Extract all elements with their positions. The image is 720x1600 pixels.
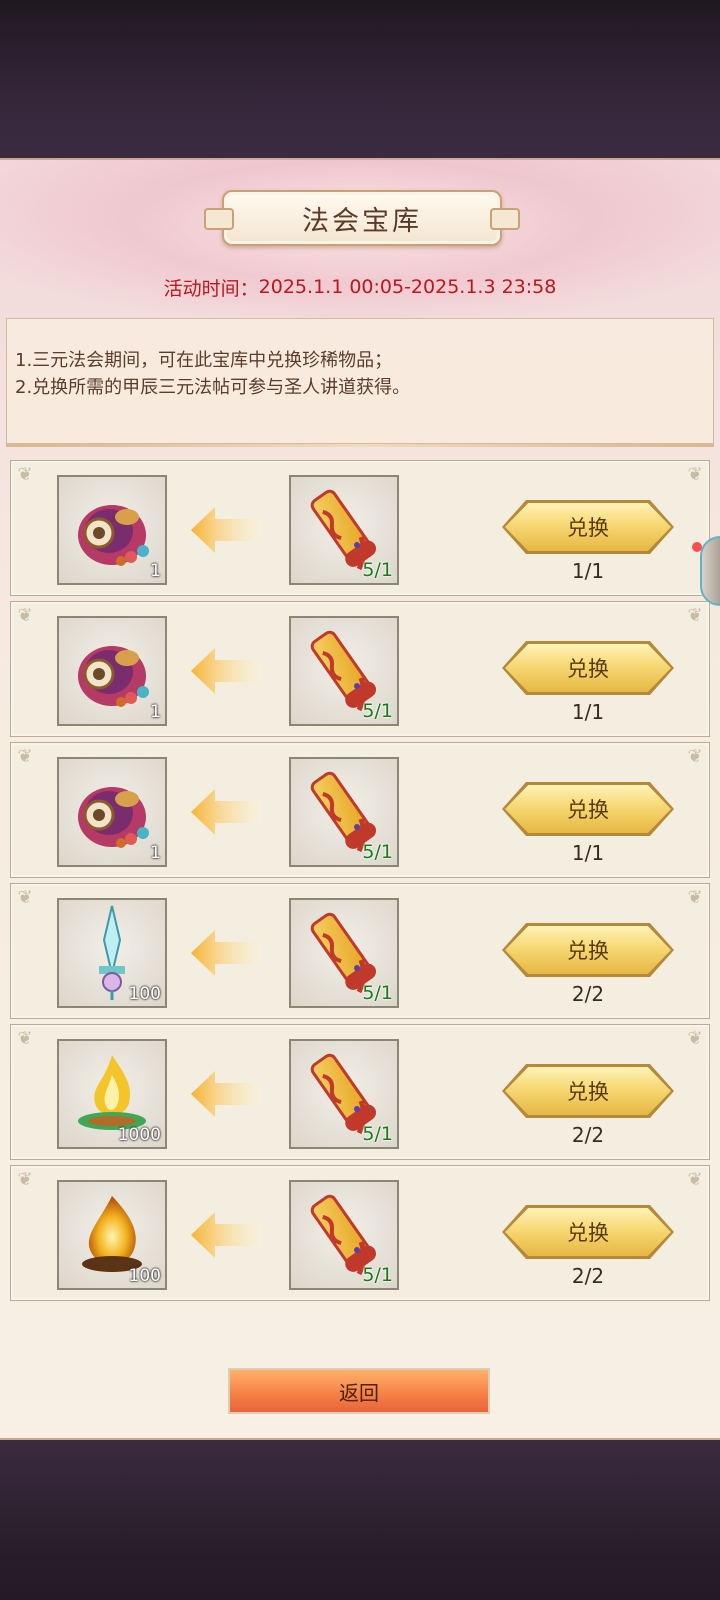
reward-quantity: 1: [150, 702, 161, 722]
exchange-button[interactable]: 兑换: [505, 503, 671, 551]
exchange-limit: 1/1: [571, 841, 605, 865]
cost-item-slot[interactable]: 5/1: [289, 898, 399, 1008]
exchange-button[interactable]: 兑换: [505, 926, 671, 974]
cost-quantity: 5/1: [362, 1123, 393, 1145]
cost-quantity: 5/1: [362, 559, 393, 581]
corner-ornament: ❦: [687, 746, 703, 767]
activity-time: 活动时间： 2025.1.1 00:05-2025.1.3 23:58: [0, 270, 720, 304]
reward-quantity: 1: [150, 561, 161, 581]
cost-item-slot[interactable]: 5/1: [289, 757, 399, 867]
corner-ornament: ❦: [687, 887, 703, 908]
exchange-row: ❦ ❦ 1 5/1 兑换 1/1: [10, 460, 710, 596]
exchange-button[interactable]: 兑换: [505, 644, 671, 692]
cost-item-slot[interactable]: 5/1: [289, 475, 399, 585]
description-divider: [6, 444, 714, 447]
corner-ornament: ❦: [17, 887, 33, 908]
corner-ornament: ❦: [17, 746, 33, 767]
exchange-limit: 2/2: [571, 1123, 605, 1147]
corner-ornament: ❦: [17, 605, 33, 626]
exchange-row: ❦ ❦ 1 5/1 兑换 1/1: [10, 742, 710, 878]
cost-quantity: 5/1: [362, 700, 393, 722]
reward-item-slot[interactable]: 1: [57, 475, 167, 585]
reward-quantity: 100: [128, 1266, 161, 1286]
exchange-button[interactable]: 兑换: [505, 1067, 671, 1115]
exchange-limit: 2/2: [571, 1264, 605, 1288]
reward-quantity: 1000: [117, 1125, 161, 1145]
exchange-row: ❦ ❦ 1000 5/1 兑换 2/2: [10, 1024, 710, 1160]
corner-ornament: ❦: [17, 1169, 33, 1190]
corner-ornament: ❦: [687, 1169, 703, 1190]
description-line-2: 2.兑换所需的甲辰三元法帖可参与圣人讲道获得。: [15, 377, 411, 398]
arrow-left-icon: [191, 1071, 261, 1117]
corner-ornament: ❦: [17, 1028, 33, 1049]
reward-item-slot[interactable]: 100: [57, 898, 167, 1008]
exchange-row: ❦ ❦ 100 5/1 兑换 2/2: [10, 1165, 710, 1301]
cost-item-slot[interactable]: 5/1: [289, 616, 399, 726]
corner-ornament: ❦: [687, 464, 703, 485]
page-title: 法会宝库: [302, 205, 422, 237]
cost-item-slot[interactable]: 5/1: [289, 1039, 399, 1149]
cost-quantity: 5/1: [362, 841, 393, 863]
reward-quantity: 1: [150, 843, 161, 863]
exchange-limit: 1/1: [571, 559, 605, 583]
activity-time-value: 2025.1.1 00:05-2025.1.3 23:58: [258, 276, 557, 298]
exchange-button[interactable]: 兑换: [505, 785, 671, 833]
reward-item-slot[interactable]: 100: [57, 1180, 167, 1290]
cost-item-slot[interactable]: 5/1: [289, 1180, 399, 1290]
cost-quantity: 5/1: [362, 1264, 393, 1286]
exchange-limit: 2/2: [571, 982, 605, 1006]
reward-quantity: 100: [128, 984, 161, 1004]
arrow-left-icon: [191, 507, 261, 553]
exchange-row: ❦ ❦ 1 5/1 兑换 1/1: [10, 601, 710, 737]
title-plate: 法会宝库: [204, 190, 520, 246]
exchange-row: ❦ ❦ 100 5/1 兑换 2/2: [10, 883, 710, 1019]
arrow-left-icon: [191, 1212, 261, 1258]
top-backdrop: [0, 0, 720, 158]
corner-ornament: ❦: [17, 464, 33, 485]
corner-ornament: ❦: [687, 1028, 703, 1049]
exchange-button[interactable]: 兑换: [505, 1208, 671, 1256]
corner-ornament: ❦: [687, 605, 703, 626]
back-button[interactable]: 返回: [228, 1368, 490, 1414]
description-box: 1.三元法会期间，可在此宝库中兑换珍稀物品； 2.兑换所需的甲辰三元法帖可参与圣…: [6, 318, 714, 444]
arrow-left-icon: [191, 930, 261, 976]
cost-quantity: 5/1: [362, 982, 393, 1004]
reward-item-slot[interactable]: 1: [57, 757, 167, 867]
exchange-limit: 1/1: [571, 700, 605, 724]
arrow-left-icon: [191, 789, 261, 835]
arrow-left-icon: [191, 648, 261, 694]
description-line-1: 1.三元法会期间，可在此宝库中兑换珍稀物品；: [15, 350, 393, 371]
side-drawer-handle[interactable]: [700, 536, 720, 606]
reward-item-slot[interactable]: 1: [57, 616, 167, 726]
activity-time-label: 活动时间：: [163, 277, 259, 300]
reward-item-slot[interactable]: 1000: [57, 1039, 167, 1149]
bottom-backdrop: [0, 1440, 720, 1600]
